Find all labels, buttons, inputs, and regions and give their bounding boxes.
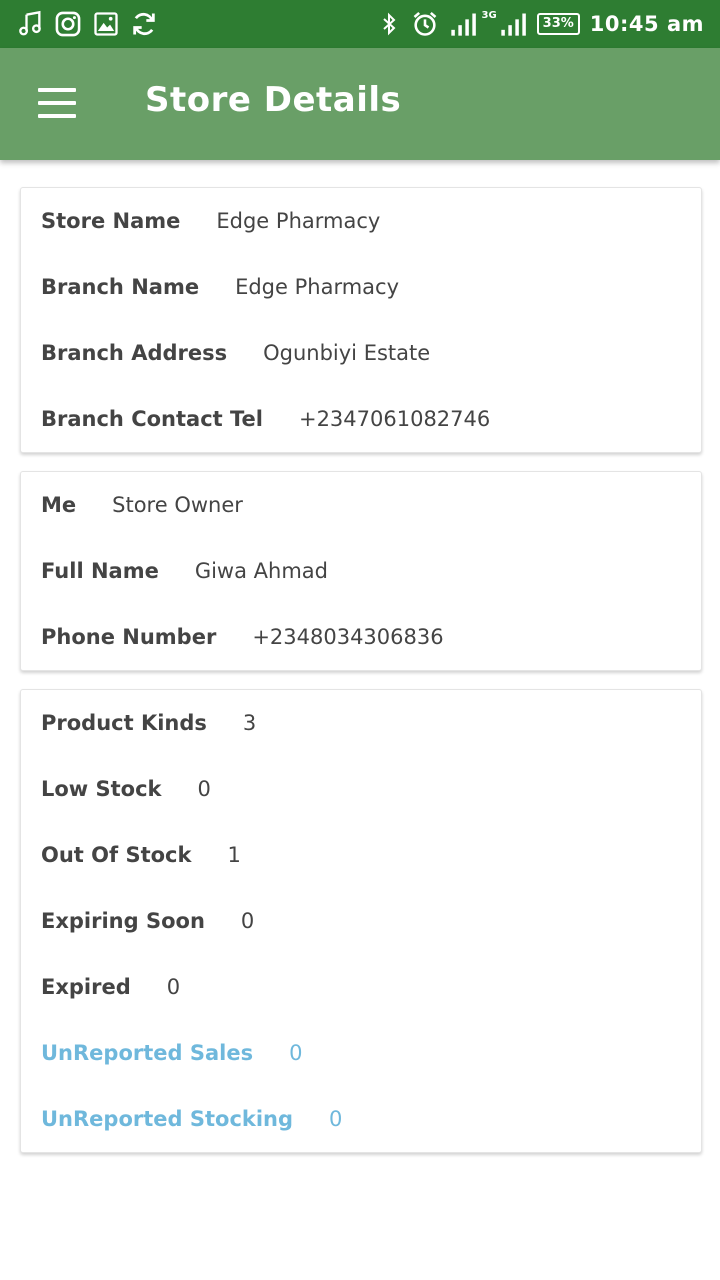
status-bar: 3G 33% 10:45 am (0, 0, 720, 48)
branch-address-row: Branch Address Ogunbiyi Estate (41, 333, 430, 373)
network-type-label: 3G (481, 9, 497, 21)
alarm-icon (414, 11, 437, 36)
image-icon (94, 12, 118, 36)
unreported-stocking-label: UnReported Stocking (41, 1107, 294, 1131)
phone-number-value: +2348034306836 (252, 625, 444, 649)
unreported-sales-value: 0 (289, 1041, 303, 1065)
phone-number-row: Phone Number +2348034306836 (41, 617, 444, 657)
full-name-label: Full Name (41, 559, 159, 583)
branch-address-label: Branch Address (41, 341, 228, 365)
stock-summary-card: Product Kinds 3 Low Stock 0 Out Of Stock 1 … (20, 689, 702, 1153)
expired-value: 0 (166, 975, 181, 999)
status-bar-notifications (16, 10, 158, 38)
role-row: Me Store Owner (41, 485, 243, 525)
branch-address-value: Ogunbiyi Estate (263, 341, 431, 365)
role-label: Me (41, 493, 77, 517)
product-kinds-value: 3 (242, 711, 257, 735)
store-name-value: Edge Pharmacy (216, 209, 381, 233)
status-bar-system: 3G 33% 10:45 am (377, 8, 704, 40)
signal-icon (451, 13, 477, 36)
sync-icon (133, 12, 155, 36)
role-value: Store Owner (112, 493, 243, 517)
hamburger-menu-icon[interactable] (38, 88, 76, 118)
out-of-stock-label: Out Of Stock (41, 843, 192, 867)
low-stock-row[interactable]: Low Stock 0 (41, 769, 211, 809)
store-info-card: Store Name Edge Pharmacy Branch Name Edge … (20, 187, 702, 453)
full-name-value: Giwa Ahmad (194, 559, 328, 583)
branch-name-label: Branch Name (41, 275, 200, 299)
user-info-card: Me Store Owner Full Name Giwa Ahmad Phone … (20, 471, 702, 671)
phone-number-label: Phone Number (41, 625, 217, 649)
expiring-soon-label: Expiring Soon (41, 909, 205, 933)
expiring-soon-value: 0 (240, 909, 255, 933)
branch-contact-row: Branch Contact Tel +2347061082746 (41, 399, 490, 439)
full-name-row: Full Name Giwa Ahmad (41, 551, 328, 591)
branch-contact-value: +2347061082746 (298, 407, 491, 431)
unreported-stocking-value: 0 (329, 1107, 343, 1131)
branch-name-value: Edge Pharmacy (235, 275, 400, 299)
expired-row[interactable]: Expired 0 (41, 967, 180, 1007)
unreported-sales-label: UnReported Sales (41, 1041, 254, 1065)
bluetooth-icon (383, 12, 396, 36)
branch-contact-label: Branch Contact Tel (41, 407, 263, 431)
product-kinds-row[interactable]: Product Kinds 3 (41, 703, 256, 743)
low-stock-label: Low Stock (41, 777, 162, 801)
out-of-stock-value: 1 (227, 843, 241, 867)
branch-name-row: Branch Name Edge Pharmacy (41, 267, 399, 307)
store-name-label: Store Name (41, 209, 181, 233)
instagram-icon (55, 11, 81, 37)
out-of-stock-row[interactable]: Out Of Stock 1 (41, 835, 241, 875)
low-stock-value: 0 (197, 777, 211, 801)
product-kinds-label: Product Kinds (41, 711, 207, 735)
expiring-soon-row[interactable]: Expiring Soon 0 (41, 901, 254, 941)
unreported-sales-link[interactable]: UnReported Sales 0 (41, 1033, 302, 1073)
battery-indicator: 33% (536, 13, 580, 35)
store-name-row: Store Name Edge Pharmacy (41, 201, 380, 241)
page-title: Store Details (145, 80, 402, 120)
3g-signal-icon (500, 13, 526, 36)
music-note-icon (19, 10, 41, 36)
status-bar-time: 10:45 am (589, 12, 704, 36)
unreported-stocking-link[interactable]: UnReported Stocking 0 (41, 1099, 342, 1139)
app-bar: Store Details (0, 48, 720, 160)
expired-label: Expired (41, 975, 131, 999)
